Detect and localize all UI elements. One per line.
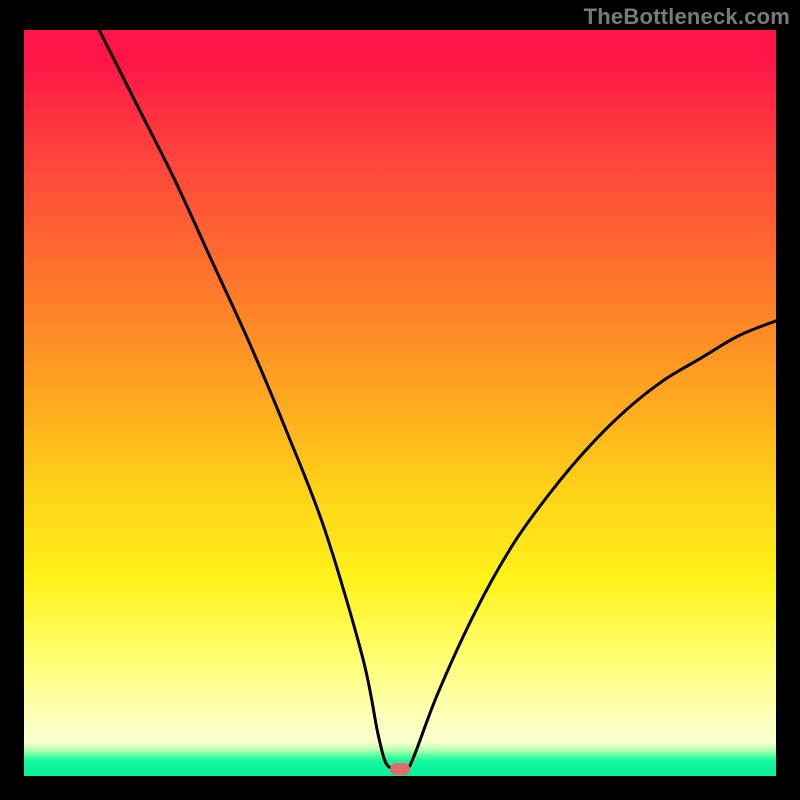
- chart-frame: TheBottleneck.com: [0, 0, 800, 800]
- optimal-point-marker: [390, 763, 410, 775]
- bottleneck-curve: [99, 30, 776, 770]
- curve-svg: [24, 30, 776, 776]
- watermark-text: TheBottleneck.com: [584, 4, 790, 30]
- plot-area: [24, 30, 776, 776]
